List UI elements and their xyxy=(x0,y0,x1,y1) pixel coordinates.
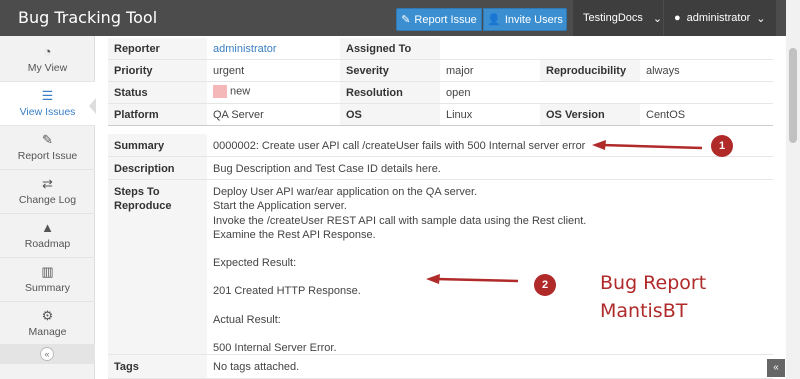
resolution-label: Resolution xyxy=(340,82,440,103)
sidebar-item-label: My View xyxy=(27,62,68,74)
description-label: Description xyxy=(108,157,207,179)
assigned-to-label: Assigned To xyxy=(340,38,440,59)
tags-label: Tags xyxy=(108,355,207,378)
sidebar-item-label: Summary xyxy=(25,282,70,294)
project-name: TestingDocs xyxy=(583,12,643,24)
annotation-marker-1: 1 xyxy=(711,135,733,157)
chevron-down-icon: ⌄ xyxy=(652,12,663,25)
tags-value: No tags attached. xyxy=(207,355,773,378)
sidebar: ◔ My View ☰ View Issues ✎ Report Issue ⇄… xyxy=(0,36,96,379)
assigned-to-value xyxy=(440,38,540,59)
priority-label: Priority xyxy=(108,60,207,81)
sidebar-item-label: Manage xyxy=(28,326,67,338)
steps-label: Steps To Reproduce xyxy=(108,180,207,354)
summary-label: Summary xyxy=(108,134,207,156)
scroll-to-top-button[interactable]: « xyxy=(767,359,785,377)
platform-value: QA Server xyxy=(207,104,340,125)
os-version-label: OS Version xyxy=(540,104,640,125)
sidebar-item-label: Change Log xyxy=(18,194,77,206)
annotation-caption-line1: Bug Report xyxy=(600,272,707,294)
active-indicator xyxy=(89,98,96,114)
annotation-arrow-1 xyxy=(592,140,703,150)
steps-label-line: Steps To xyxy=(114,186,160,198)
table-row: Steps To Reproduce Deploy User API war/e… xyxy=(108,180,773,355)
user-plus-icon: 👤 xyxy=(487,14,501,26)
os-version-value: CentOS xyxy=(640,104,773,125)
username: administrator xyxy=(686,12,751,24)
edit-icon: ✎ xyxy=(42,132,53,147)
table-row: Reporter administrator Assigned To xyxy=(108,38,773,60)
invite-users-label: Invite Users xyxy=(504,13,563,26)
retweet-icon: ⇄ xyxy=(42,176,53,191)
steps-label-line: Reproduce xyxy=(114,200,172,212)
reproducibility-value: always xyxy=(640,60,773,81)
severity-label: Severity xyxy=(340,60,440,81)
dashboard-icon: ◔ xyxy=(43,44,52,59)
step-line: Start the Application server. xyxy=(213,200,347,213)
status-badge xyxy=(213,85,227,98)
table-row: Priority urgent Severity major Reproduci… xyxy=(108,60,773,82)
sidebar-item-roadmap[interactable]: ▲ Roadmap xyxy=(0,214,95,258)
invite-users-button[interactable]: 👤 Invite Users xyxy=(483,8,567,31)
app-title[interactable]: Bug Tracking Tool xyxy=(18,8,157,27)
cogs-icon: ⚙ xyxy=(41,308,54,323)
reporter-link[interactable]: administrator xyxy=(207,38,340,59)
scrollbar-track-top xyxy=(786,0,800,36)
project-selector[interactable]: TestingDocs ⌄ xyxy=(573,0,663,36)
annotation-arrow-2 xyxy=(426,274,519,284)
step-line: Examine the Rest API Response. xyxy=(213,228,376,241)
sidebar-item-manage[interactable]: ⚙ Manage xyxy=(0,302,95,346)
sidebar-item-summary[interactable]: ▥ Summary xyxy=(0,258,95,302)
reproducibility-label: Reproducibility xyxy=(540,60,640,81)
os-label: OS xyxy=(340,104,440,125)
sidebar-item-change-log[interactable]: ⇄ Change Log xyxy=(0,170,95,214)
report-issue-label: Report Issue xyxy=(414,13,477,26)
table-row: Description Bug Description and Test Cas… xyxy=(108,157,773,180)
reporter-label: Reporter xyxy=(108,38,207,59)
edit-icon: ✎ xyxy=(401,14,411,26)
empty-cell xyxy=(540,38,773,59)
sidebar-item-view-issues[interactable]: ☰ View Issues xyxy=(0,82,96,126)
status-label: Status xyxy=(108,82,207,103)
expected-label: Expected Result: xyxy=(213,257,297,270)
annotation-caption-line2: MantisBT xyxy=(600,300,688,322)
sidebar-item-label: Roadmap xyxy=(24,238,71,250)
empty-cell xyxy=(540,82,773,103)
user-icon: ● xyxy=(674,12,681,24)
chevron-down-icon: ⌄ xyxy=(756,12,766,25)
table-row: Platform QA Server OS Linux OS Version C… xyxy=(108,104,773,126)
sidebar-item-label: View Issues xyxy=(19,106,76,118)
status-value: new xyxy=(230,85,251,98)
resolution-value: open xyxy=(440,82,540,103)
report-issue-button[interactable]: ✎ Report Issue xyxy=(396,8,482,31)
severity-value: major xyxy=(440,60,540,81)
road-icon: ▲ xyxy=(41,220,54,235)
sidebar-item-my-view[interactable]: ◔ My View xyxy=(0,38,95,82)
table-row: Tags No tags attached. xyxy=(108,355,773,379)
list-icon: ☰ xyxy=(41,88,54,103)
platform-label: Platform xyxy=(108,104,207,125)
steps-value: Deploy User API war/ear application on t… xyxy=(207,180,773,354)
priority-value: urgent xyxy=(207,60,340,81)
sidebar-item-label: Report Issue xyxy=(17,150,78,162)
bar-chart-icon: ▥ xyxy=(41,264,54,279)
description-value: Bug Description and Test Case ID details… xyxy=(207,157,773,179)
user-menu[interactable]: ● administrator ⌄ xyxy=(664,0,776,36)
scrollbar-thumb[interactable] xyxy=(789,48,797,143)
table-row: Status new Resolution open xyxy=(108,82,773,104)
step-line: Deploy User API war/ear application on t… xyxy=(213,186,478,198)
os-value: Linux xyxy=(440,104,540,125)
sidebar-collapse-icon[interactable]: « xyxy=(40,347,54,361)
actual-value: 500 Internal Server Error. xyxy=(213,342,337,355)
sidebar-item-report-issue[interactable]: ✎ Report Issue xyxy=(0,126,95,170)
step-line: Invoke the /createUser REST API call wit… xyxy=(213,214,587,227)
status-cell: new xyxy=(207,82,340,103)
annotation-marker-2: 2 xyxy=(534,274,556,296)
